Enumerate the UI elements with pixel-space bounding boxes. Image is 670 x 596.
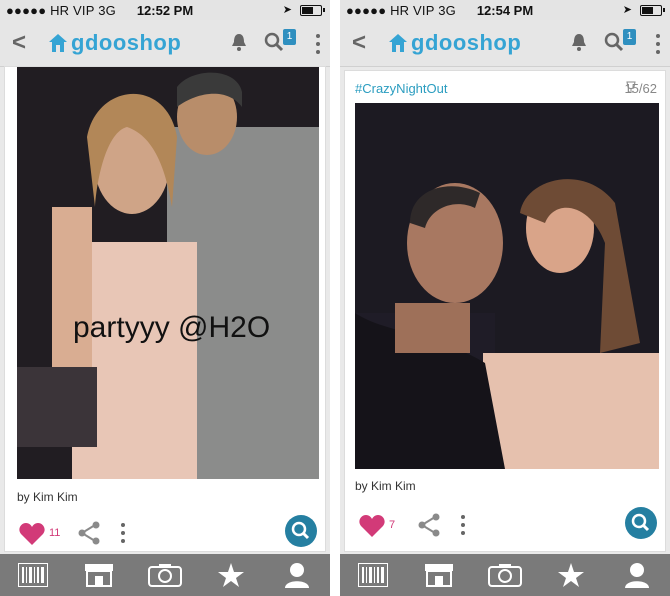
post-byline: by Kim Kim [17,490,78,504]
search-fab-button[interactable] [285,515,317,547]
post-photo[interactable] [355,103,659,469]
battery-icon [640,5,662,16]
back-arrow-icon[interactable]: < [352,29,366,57]
bottom-tab-bar [0,554,330,596]
post-actions: 7 [345,505,665,545]
app-header: < gdooshop 1 [340,20,670,67]
user-icon [285,563,309,588]
tab-profile[interactable] [620,560,654,590]
barcode-icon [358,563,388,587]
barcode-icon [18,563,48,587]
more-vertical-icon[interactable] [316,34,320,54]
app-header: < gdooshop 1 [0,20,330,67]
post-card: partyyy @H2O by Kim Kim 11 [4,66,326,552]
more-vertical-icon[interactable] [121,523,125,543]
search-badge: 1 [283,29,296,45]
status-time: 12:54 PM [476,3,534,18]
search-badge: 1 [623,29,636,45]
photo-illustration [17,67,319,479]
status-time: 12:52 PM [136,3,194,18]
location-icon: ➤ [282,4,292,16]
tab-stores[interactable] [82,560,116,590]
search-icon [291,521,310,540]
battery-icon [300,5,322,16]
store-icon [85,564,113,587]
more-vertical-icon[interactable] [656,34,660,54]
tab-profile[interactable] [280,560,314,590]
user-icon [625,563,649,588]
tab-favorites[interactable] [554,560,588,590]
bell-icon[interactable] [570,32,588,52]
search-fab-button[interactable] [625,507,657,539]
post-card: #CrazyNightOut 15/62 by Kim Kim 7 [344,70,666,552]
store-icon [425,564,453,587]
post-actions: 11 [5,513,325,553]
app-logo[interactable]: gdooshop [48,30,181,56]
tab-favorites[interactable] [214,560,248,590]
heart-icon[interactable] [359,515,385,537]
more-vertical-icon[interactable] [461,515,465,535]
app-logo[interactable]: gdooshop [388,30,521,56]
house-logo-icon [389,34,407,52]
tab-camera[interactable] [148,560,182,590]
heart-icon[interactable] [19,523,45,545]
search-icon[interactable] [264,32,284,52]
phone-screen-right: ●●●●● HR VIP 3G 12:54 PM ➤ < gdooshop 1 … [340,0,670,596]
tab-stores[interactable] [422,560,456,590]
tab-scan[interactable] [16,560,50,590]
logo-text: gdooshop [71,30,182,55]
photo-illustration [355,103,659,469]
bottom-tab-bar [340,554,670,596]
status-bar: ●●●●● HR VIP 3G 12:54 PM ➤ [340,0,670,20]
phone-screen-left: ●●●●● HR VIP 3G 12:52 PM ➤ < gdooshop 1 [0,0,330,596]
star-icon [218,563,244,587]
status-bar: ●●●●● HR VIP 3G 12:52 PM ➤ [0,0,330,20]
back-arrow-icon[interactable]: < [12,29,26,57]
star-icon [558,563,584,587]
tab-camera[interactable] [488,560,522,590]
camera-icon [148,564,182,587]
bell-icon[interactable] [230,32,248,52]
share-icon[interactable] [417,513,441,537]
search-icon[interactable] [604,32,624,52]
post-photo[interactable] [17,67,319,479]
share-icon[interactable] [77,521,101,545]
camera-icon [488,564,522,587]
post-byline: by Kim Kim [355,479,416,493]
house-logo-icon [49,34,67,52]
post-hashtag[interactable]: #CrazyNightOut [355,81,447,96]
search-icon [631,513,650,532]
location-icon: ➤ [622,4,632,16]
logo-text: gdooshop [411,30,522,55]
tab-scan[interactable] [356,560,390,590]
like-count: 7 [389,519,396,531]
like-count: 11 [49,527,61,539]
photo-caption: partyyy @H2O [73,311,271,344]
vote-count: 15/62 [624,81,657,96]
